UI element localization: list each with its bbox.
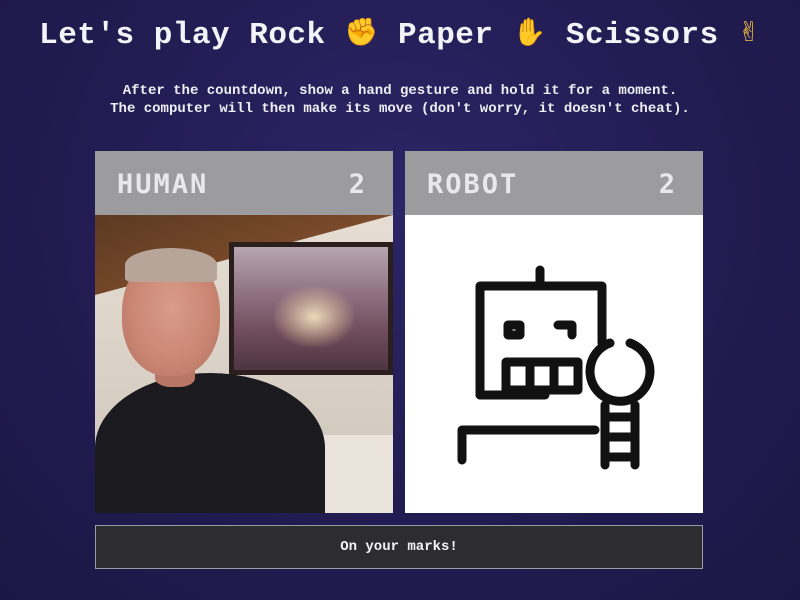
wall-picture-frame <box>229 242 393 375</box>
human-panel: HUMAN 2 <box>95 151 393 513</box>
webcam-feed <box>95 215 393 513</box>
robot-score: 2 <box>658 169 677 200</box>
scissors-victory-hand-icon: ✌ <box>737 17 761 48</box>
rock-fist-icon: ✊ <box>344 17 379 48</box>
robot-panel-header: ROBOT 2 <box>405 151 703 215</box>
human-label: HUMAN <box>117 169 209 200</box>
instructions-line-2: The computer will then make its move (do… <box>110 101 690 117</box>
status-message: On your marks! <box>95 525 703 569</box>
paper-hand-icon: ✋ <box>512 17 547 48</box>
title-text-scissors: Scissors <box>565 18 719 53</box>
title-text-paper: Paper <box>397 18 494 53</box>
robot-view <box>405 215 703 513</box>
instructions-line-1: After the countdown, show a hand gesture… <box>122 83 678 99</box>
title-text-rock: Let's play Rock <box>39 18 326 53</box>
page-title: Let's play Rock ✊ Paper ✋ Scissors ✌ <box>0 16 800 53</box>
robot-panel: ROBOT 2 <box>405 151 703 513</box>
human-panel-header: HUMAN 2 <box>95 151 393 215</box>
robot-label: ROBOT <box>427 169 519 200</box>
instructions: After the countdown, show a hand gesture… <box>0 82 800 118</box>
robot-icon <box>457 265 655 470</box>
human-score: 2 <box>348 169 367 200</box>
